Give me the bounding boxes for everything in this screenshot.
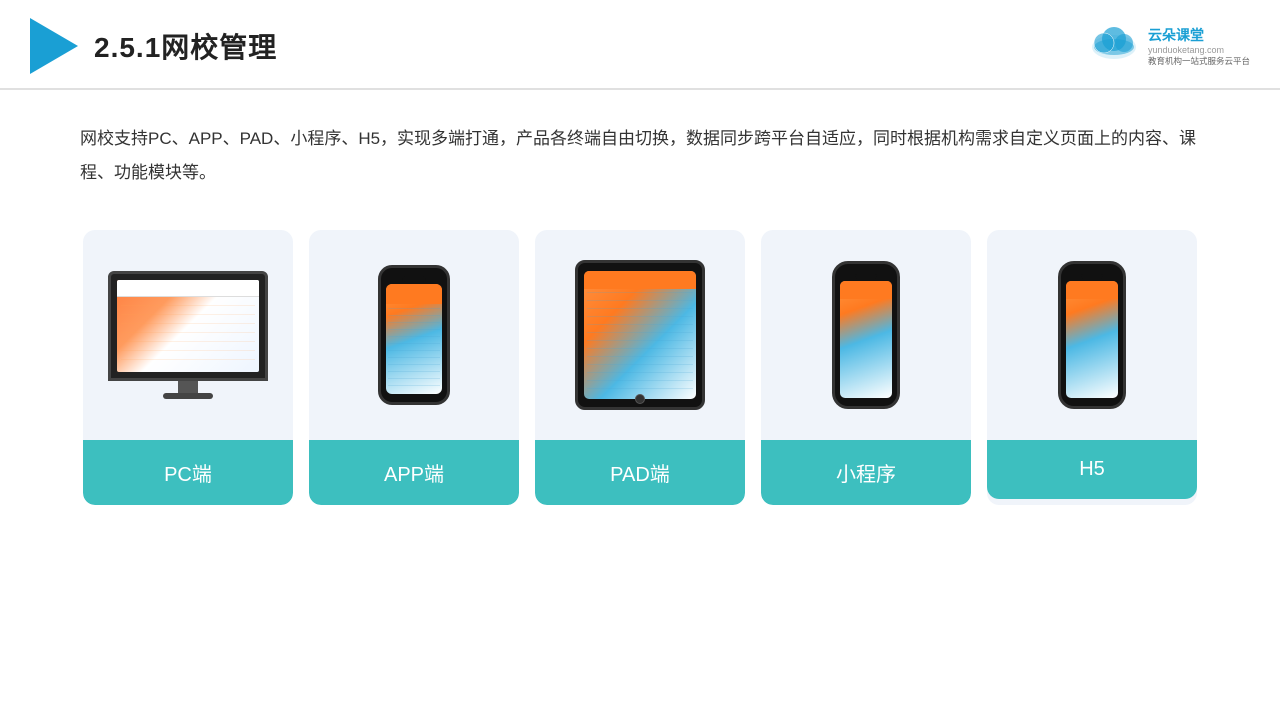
phone-icon bbox=[378, 265, 450, 405]
header: 2.5.1网校管理 云朵课堂 yunduoketang.com 教育机构一站式服… bbox=[0, 0, 1280, 90]
card-miniapp-label: 小程序 bbox=[761, 440, 971, 505]
card-pad: PAD端 bbox=[535, 230, 745, 505]
card-pad-label: PAD端 bbox=[535, 440, 745, 505]
header-left: 2.5.1网校管理 bbox=[30, 18, 277, 74]
card-pc: PC端 bbox=[83, 230, 293, 505]
card-app-image bbox=[309, 230, 519, 440]
page-title: 2.5.1网校管理 bbox=[94, 26, 277, 66]
card-miniapp: 小程序 bbox=[761, 230, 971, 505]
phone3-icon bbox=[1058, 261, 1126, 409]
brand-name: 云朵课堂 bbox=[1148, 25, 1204, 45]
card-pc-label: PC端 bbox=[83, 440, 293, 505]
card-h5: H5 bbox=[987, 230, 1197, 505]
card-pad-image bbox=[535, 230, 745, 440]
monitor-icon bbox=[103, 271, 273, 399]
logo-triangle-icon bbox=[30, 18, 78, 74]
card-app-label: APP端 bbox=[309, 440, 519, 505]
phone2-icon bbox=[832, 261, 900, 409]
brand-text: 云朵课堂 yunduoketang.com 教育机构一站式服务云平台 bbox=[1148, 25, 1250, 67]
cloud-icon bbox=[1088, 25, 1140, 61]
cards-container: PC端 APP端 PAD端 小程序 bbox=[0, 200, 1280, 505]
card-app: APP端 bbox=[309, 230, 519, 505]
card-miniapp-image bbox=[761, 230, 971, 440]
brand-url: yunduoketang.com bbox=[1148, 45, 1224, 55]
brand-tagline: 教育机构一站式服务云平台 bbox=[1148, 55, 1250, 67]
card-pc-image bbox=[83, 230, 293, 440]
card-h5-image bbox=[987, 230, 1197, 440]
tablet-icon bbox=[575, 260, 705, 410]
description-text: 网校支持PC、APP、PAD、小程序、H5，实现多端打通，产品各终端自由切换，数… bbox=[80, 129, 1196, 182]
brand-logo: 云朵课堂 yunduoketang.com 教育机构一站式服务云平台 bbox=[1088, 25, 1250, 67]
card-h5-label: H5 bbox=[987, 440, 1197, 499]
description: 网校支持PC、APP、PAD、小程序、H5，实现多端打通，产品各终端自由切换，数… bbox=[0, 90, 1280, 200]
